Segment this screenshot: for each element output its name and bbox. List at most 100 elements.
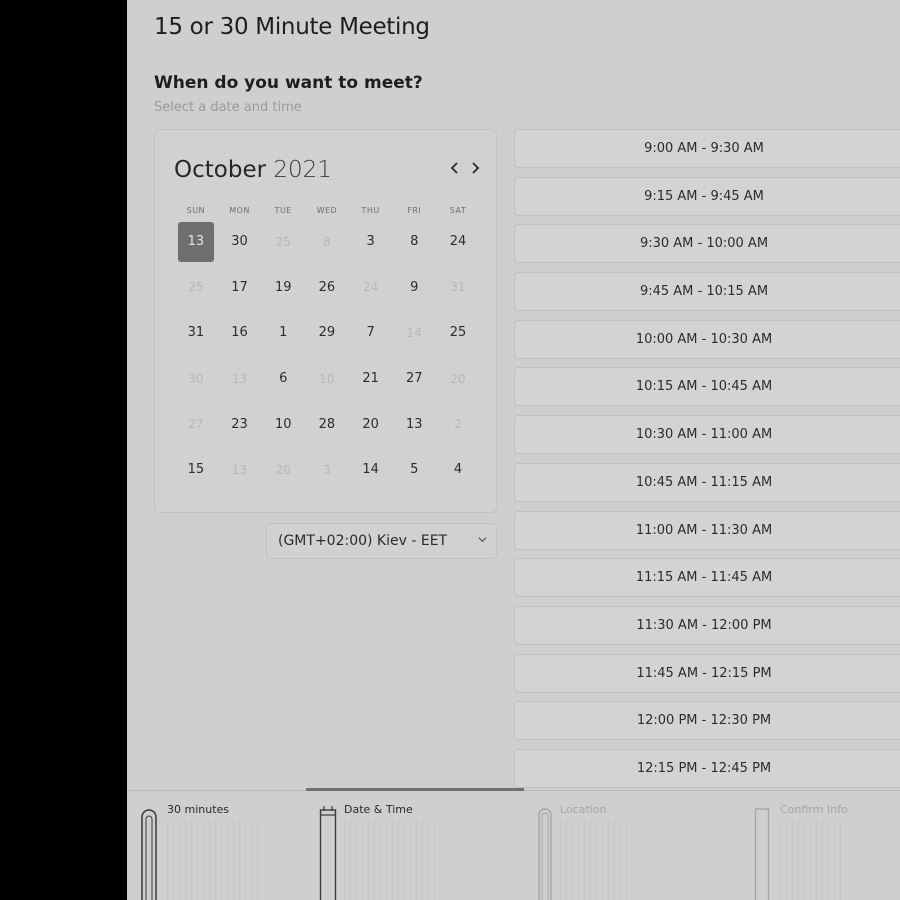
calendar-day[interactable]: 25 <box>436 310 480 356</box>
calendar-day[interactable]: 10 <box>261 401 305 447</box>
calendar-week: 30 13 6 10 21 27 20 <box>174 356 480 402</box>
calendar-day[interactable]: 31 <box>174 310 218 356</box>
calendar-day[interactable]: 23 <box>218 401 262 447</box>
time-slot-button[interactable]: 11:15 AM - 11:45 AM <box>514 558 900 598</box>
prev-month-button[interactable] <box>450 160 460 179</box>
time-slot-button[interactable]: 11:00 AM - 11:30 AM <box>514 510 900 550</box>
day-number: 28 <box>318 416 336 432</box>
calendar-day: 14 <box>392 310 436 356</box>
calendar-day[interactable]: 21 <box>349 356 393 402</box>
day-number: 13 <box>177 221 214 262</box>
page-title: 15 or 30 Minute Meeting <box>154 14 430 40</box>
confirm-icon <box>754 808 770 900</box>
weekday-label: SUN <box>186 206 206 215</box>
weekday-label: THU <box>361 206 380 215</box>
time-slot-button[interactable]: 12:00 PM - 12:30 PM <box>514 701 900 741</box>
calendar-day[interactable]: 3 <box>349 219 393 265</box>
day-number: 4 <box>453 462 463 478</box>
time-slot-button[interactable]: 10:30 AM - 11:00 AM <box>514 415 900 455</box>
time-slot-button[interactable]: 9:15 AM - 9:45 AM <box>514 176 900 216</box>
time-slot-button[interactable]: 10:15 AM - 10:45 AM <box>514 367 900 407</box>
step-confirm-info[interactable]: Confirm Info <box>752 791 900 900</box>
calendar-day[interactable]: 4 <box>436 447 480 493</box>
calendar-day[interactable]: 14 <box>349 447 393 493</box>
step-date-time[interactable]: Date & Time <box>317 791 517 900</box>
calendar-day: 13 <box>218 447 262 493</box>
calendar-week: 31 16 1 29 7 14 25 <box>174 310 480 356</box>
day-number: 6 <box>279 371 288 387</box>
calendar-day[interactable]: 24 <box>436 219 480 265</box>
time-slot-button[interactable]: 11:45 AM - 12:15 PM <box>514 653 900 693</box>
calendar-day: 13 <box>218 356 262 402</box>
calendar-day: 25 <box>261 219 305 265</box>
section-hint: Select a date and time <box>154 100 302 115</box>
calendar-day-selected[interactable]: 13 <box>174 219 218 265</box>
weekday-header: SUN MON TUE WED THU FRI SAT <box>174 206 480 215</box>
calendar-day[interactable]: 26 <box>305 265 349 311</box>
weekday-label: WED <box>316 206 338 215</box>
month-label: October <box>174 157 267 183</box>
step-label-date-time: Date & Time <box>344 803 413 816</box>
month-year-label: October 2021 <box>174 157 332 183</box>
step-label-duration: 30 minutes <box>167 803 230 816</box>
calendar-day[interactable]: 19 <box>261 265 305 311</box>
time-slot-button[interactable]: 9:00 AM - 9:30 AM <box>514 129 900 168</box>
day-number: 13 <box>231 462 248 477</box>
timezone-select[interactable]: (GMT+02:00) Kiev - EET <box>266 523 497 559</box>
step-duration[interactable]: 30 minutes <box>137 791 307 900</box>
day-number: 25 <box>275 234 291 249</box>
day-number: 13 <box>231 371 248 386</box>
day-number: 20 <box>275 462 291 477</box>
calendar-icon <box>319 806 337 900</box>
calendar-day[interactable]: 9 <box>392 265 436 311</box>
calendar-day[interactable]: 16 <box>218 310 262 356</box>
day-number: 24 <box>449 234 467 250</box>
weekday-label: MON <box>229 206 250 215</box>
day-number: 25 <box>449 325 467 341</box>
date-picker: October 2021 SUN MON TUE WED THU FRI SAT 13 30 2… <box>154 129 497 513</box>
day-number: 25 <box>188 280 204 295</box>
time-slot-button[interactable]: 9:30 AM - 10:00 AM <box>514 224 900 264</box>
calendar-day[interactable]: 5 <box>392 447 436 493</box>
calendar-day[interactable]: 1 <box>261 310 305 356</box>
day-number: 2 <box>454 417 462 432</box>
day-number: 21 <box>362 371 379 387</box>
time-slot-button[interactable]: 11:30 AM - 12:00 PM <box>514 605 900 645</box>
time-slot-button[interactable]: 9:45 AM - 10:15 AM <box>514 272 900 312</box>
step-location[interactable]: Location <box>535 791 735 900</box>
weekday-label: FRI <box>407 206 422 215</box>
next-month-button[interactable] <box>470 160 480 179</box>
calendar-day: 31 <box>436 265 480 311</box>
time-slot-list: 9:00 AM - 9:30 AM 9:15 AM - 9:45 AM 9:30 A… <box>514 129 900 797</box>
calendar-day[interactable]: 27 <box>392 356 436 402</box>
calendar-day: 3 <box>305 447 349 493</box>
day-number: 10 <box>319 371 335 386</box>
calendar-day[interactable]: 20 <box>349 401 393 447</box>
day-number: 5 <box>410 462 419 478</box>
day-number: 14 <box>406 325 422 340</box>
calendar-day[interactable]: 29 <box>305 310 349 356</box>
time-slot-button[interactable]: 10:45 AM - 11:15 AM <box>514 462 900 502</box>
calendar-day[interactable]: 7 <box>349 310 393 356</box>
calendar-day[interactable]: 30 <box>218 219 262 265</box>
calendar-day[interactable]: 13 <box>392 401 436 447</box>
day-grid: 13 30 25 8 3 8 24 25 17 19 26 24 9 31 31 16 1 29 7 14 25 30 13… <box>174 219 480 493</box>
day-number: 8 <box>410 234 419 250</box>
calendar-week: 25 17 19 26 24 9 31 <box>174 265 480 311</box>
timezone-value: (GMT+02:00) Kiev - EET <box>278 533 448 549</box>
calendar-day[interactable]: 28 <box>305 401 349 447</box>
day-number: 19 <box>274 279 292 295</box>
time-slot-button[interactable]: 10:00 AM - 10:30 AM <box>514 319 900 359</box>
calendar-day[interactable]: 8 <box>392 219 436 265</box>
calendar-day[interactable]: 6 <box>261 356 305 402</box>
day-number: 31 <box>450 280 466 295</box>
time-slot-button[interactable]: 12:15 PM - 12:45 PM <box>514 748 900 788</box>
step-label-location: Location <box>560 803 607 816</box>
day-number: 15 <box>187 462 205 478</box>
calendar-day[interactable]: 17 <box>218 265 262 311</box>
calendar-day: 20 <box>261 447 305 493</box>
booking-steps: 30 minutes Date & Time Location Confirm … <box>127 788 900 900</box>
calendar-week: 27 23 10 28 20 13 2 <box>174 401 480 447</box>
calendar-day[interactable]: 15 <box>174 447 218 493</box>
day-number: 29 <box>318 325 336 341</box>
